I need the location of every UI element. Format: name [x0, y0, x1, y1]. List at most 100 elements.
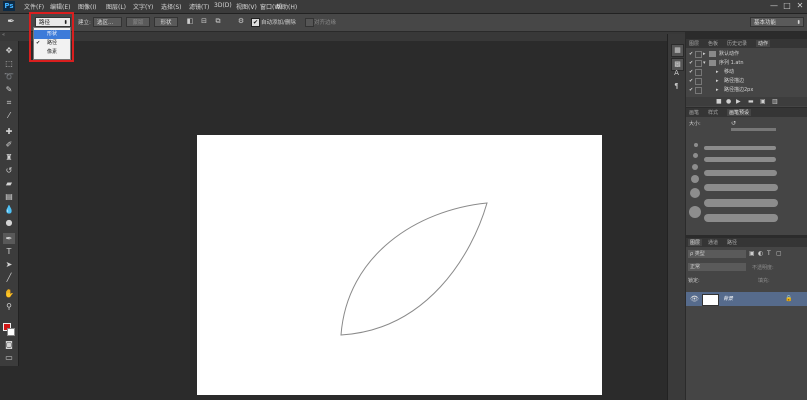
collapse-arrows-icon[interactable]: « — [2, 32, 5, 38]
path-selection-tool-icon[interactable]: ➤ — [3, 259, 15, 270]
lasso-tool-icon[interactable]: ➰ — [3, 71, 15, 82]
action-row-label: 路径描边2px — [724, 87, 754, 93]
new-set-icon[interactable]: ▬ — [748, 98, 754, 105]
close-button[interactable]: ✕ — [794, 0, 806, 12]
brush-tool-icon[interactable]: ✐ — [3, 139, 15, 150]
character-panel-icon[interactable]: A — [671, 68, 682, 79]
move-tool-icon[interactable]: ✥ — [3, 45, 15, 56]
filter-adjustment-icon[interactable]: ◐ — [758, 250, 763, 257]
paragraph-panel-icon[interactable]: ¶ — [671, 81, 682, 92]
menu-image[interactable]: 图像(I) — [78, 2, 96, 11]
collapse-arrow-icon[interactable]: ▾ — [703, 59, 706, 67]
menu-edit[interactable]: 编辑(E) — [50, 2, 70, 11]
align-edges-checkbox[interactable] — [305, 18, 314, 27]
action-row[interactable]: ✔ ▸ 路径描边2px — [686, 86, 807, 94]
record-icon[interactable]: ● — [726, 98, 731, 105]
tab-swatches[interactable]: 色板 — [708, 40, 718, 47]
filter-shape-icon[interactable]: ▢ — [776, 250, 782, 257]
minimize-button[interactable]: — — [768, 0, 780, 12]
tab-layers[interactable]: 图层 — [688, 239, 703, 246]
menu-view[interactable]: 视图(V) — [236, 2, 257, 11]
brush-tip-preview[interactable] — [691, 175, 699, 183]
brush-tip-preview[interactable] — [694, 143, 698, 147]
menu-file[interactable]: 文件(F) — [24, 2, 44, 11]
brush-tip-preview[interactable] — [693, 153, 698, 158]
new-action-icon[interactable]: ▣ — [760, 98, 766, 105]
clone-stamp-tool-icon[interactable]: ♜ — [3, 152, 15, 163]
pen-tool-icon[interactable]: ✒ — [3, 233, 15, 244]
quick-mask-icon[interactable]: ◙ — [3, 339, 15, 350]
trash-icon[interactable]: ▥ — [772, 98, 778, 105]
action-set-row[interactable]: ✔ ▸ 默认动作 — [686, 50, 807, 58]
zoom-tool-icon[interactable]: ⚲ — [3, 301, 15, 312]
make-selection-button[interactable]: 选区... — [93, 17, 122, 27]
eye-icon[interactable]: 👁 — [690, 295, 699, 303]
menu-filter[interactable]: 滤镜(T) — [189, 2, 209, 11]
dialog-toggle-box[interactable] — [695, 69, 702, 76]
path-alignment-icon[interactable]: ⊟ — [199, 17, 209, 27]
auto-add-delete-checkbox[interactable]: ✔ — [251, 18, 260, 27]
expand-arrow-icon[interactable]: ▸ — [716, 86, 719, 94]
tab-brush[interactable]: 画笔 — [689, 109, 699, 116]
eyedropper-tool-icon[interactable]: ⁄ — [3, 110, 15, 121]
dialog-toggle-box[interactable] — [695, 78, 702, 85]
make-mask-button[interactable]: 蒙版 — [126, 17, 150, 27]
action-row[interactable]: ✔ ▸ 移动 — [686, 68, 807, 76]
filter-pixel-icon[interactable]: ▣ — [749, 250, 755, 257]
expand-arrow-icon[interactable]: ▸ — [716, 77, 719, 85]
expand-arrow-icon[interactable]: ▸ — [703, 50, 706, 58]
dialog-toggle-box[interactable] — [695, 51, 702, 58]
menu-select[interactable]: 选择(S) — [161, 2, 182, 11]
layer-kind-filter[interactable]: ρ 类型 — [688, 250, 746, 258]
action-set-row[interactable]: ✔ ▾ 序列 1.atn — [686, 59, 807, 67]
tab-brush-presets[interactable]: 画笔预设 — [727, 109, 752, 116]
document-canvas[interactable] — [197, 135, 602, 395]
tab-paths[interactable]: 路径 — [727, 239, 737, 246]
history-panel-icon[interactable]: ▦ — [671, 44, 684, 57]
brush-tip-preview[interactable] — [690, 188, 700, 198]
dodge-tool-icon[interactable]: ● — [3, 217, 15, 228]
tab-layers-mini[interactable]: 图层 — [689, 40, 699, 47]
menu-type[interactable]: 文字(Y) — [133, 2, 153, 11]
play-icon[interactable]: ▶ — [736, 98, 741, 105]
size-slider[interactable] — [731, 128, 776, 131]
crop-tool-icon[interactable]: ⌗ — [3, 97, 15, 108]
stop-icon[interactable]: ■ — [716, 98, 722, 105]
eraser-tool-icon[interactable]: ▰ — [3, 178, 15, 189]
expand-arrow-icon[interactable]: ▸ — [716, 68, 719, 76]
action-row[interactable]: ✔ ▸ 路径描边 — [686, 77, 807, 85]
marquee-tool-icon[interactable]: ⬚ — [3, 58, 15, 69]
maximize-button[interactable]: □ — [781, 0, 793, 12]
type-tool-icon[interactable]: T — [3, 246, 15, 257]
gear-icon[interactable]: ⚙ — [236, 17, 246, 27]
background-color-swatch[interactable] — [7, 328, 15, 336]
make-shape-button[interactable]: 形状 — [154, 17, 178, 27]
shape-tool-icon[interactable]: ╱ — [3, 272, 15, 283]
path-arrangement-icon[interactable]: ⧉ — [213, 17, 223, 27]
gradient-tool-icon[interactable]: ▤ — [3, 191, 15, 202]
tab-styles[interactable]: 样式 — [708, 109, 718, 116]
layer-row-background[interactable]: 👁 背景 🔒 — [686, 292, 807, 306]
brush-tip-preview[interactable] — [692, 164, 698, 170]
brush-tip-preview[interactable] — [689, 206, 701, 218]
pen-tool-preset-icon[interactable]: ✒ — [4, 16, 18, 28]
hand-tool-icon[interactable]: ✋ — [3, 288, 15, 299]
tab-actions[interactable]: 动作 — [756, 40, 771, 47]
menu-layer[interactable]: 图层(L) — [106, 2, 126, 11]
history-brush-tool-icon[interactable]: ↺ — [3, 165, 15, 176]
dialog-toggle-box[interactable] — [695, 60, 702, 67]
reset-icon[interactable]: ↺ — [731, 120, 736, 127]
blend-mode-select[interactable]: 正常 — [688, 263, 746, 271]
tab-channels[interactable]: 通道 — [708, 239, 718, 246]
workspace-select[interactable]: 基本功能 ⬍ — [750, 17, 804, 27]
path-operations-icon[interactable]: ◧ — [185, 17, 195, 27]
healing-brush-tool-icon[interactable]: ✚ — [3, 126, 15, 137]
blur-tool-icon[interactable]: 💧 — [3, 204, 15, 215]
menu-3d[interactable]: 3D(D) — [214, 2, 232, 9]
screen-mode-icon[interactable]: ▭ — [3, 352, 15, 363]
filter-type-icon[interactable]: T — [767, 250, 771, 257]
dialog-toggle-box[interactable] — [695, 87, 702, 94]
quick-select-tool-icon[interactable]: ✎ — [3, 84, 15, 95]
menu-help[interactable]: 帮助(H) — [276, 2, 297, 11]
tab-history[interactable]: 历史记录 — [727, 40, 747, 47]
